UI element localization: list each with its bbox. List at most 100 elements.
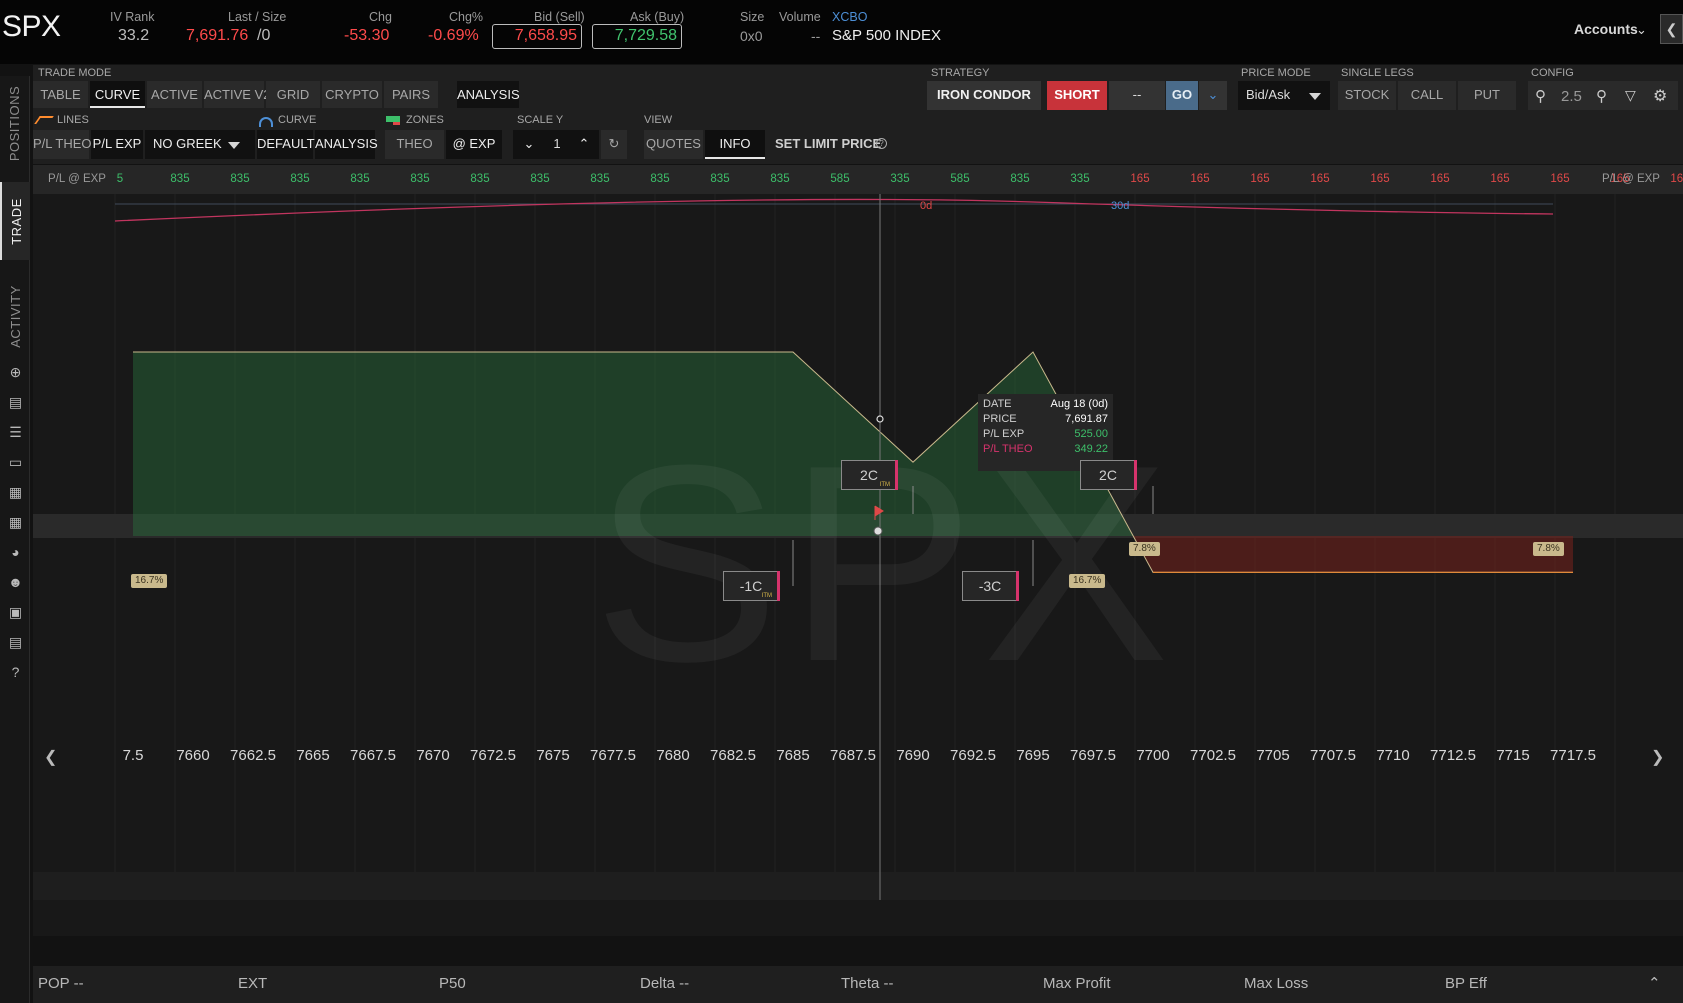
help-icon[interactable]: ?	[876, 138, 887, 149]
mode-grid[interactable]: GRID	[266, 81, 320, 108]
side-short-button[interactable]: SHORT	[1047, 81, 1107, 110]
chevron-down-icon: ⌄	[1207, 87, 1219, 102]
stat-delta: Delta --	[640, 975, 690, 992]
tab-positions[interactable]: POSITIONS	[0, 80, 30, 166]
pl-strip-cell: 165	[1670, 173, 1683, 185]
mode-analysis[interactable]: ANALYSIS	[457, 81, 520, 108]
x-tick-label: 7715	[1496, 747, 1530, 764]
gear-icon[interactable]: ⚙	[1653, 86, 1667, 106]
mode-pairs[interactable]: PAIRS	[384, 81, 438, 108]
curve-default[interactable]: DEFAULT	[257, 130, 315, 159]
chevron-down-icon	[228, 142, 240, 149]
news-icon[interactable]: ▤	[7, 394, 24, 411]
symbol-title[interactable]: SPX	[2, 10, 61, 44]
leg-tag-minus-3c[interactable]: -3C	[962, 571, 1019, 601]
chg-label: Chg	[369, 10, 392, 24]
leg-call[interactable]: CALL	[1398, 81, 1456, 110]
view-quotes[interactable]: QUOTES	[644, 130, 703, 159]
pl-strip-cell: 165	[1550, 173, 1570, 185]
x-tick-label: 7687.5	[830, 747, 876, 764]
chevron-down-icon	[1309, 93, 1321, 100]
leg-tag-2c-left[interactable]: 2C ITM	[841, 460, 898, 490]
ask-button[interactable]: 7,729.58	[592, 24, 682, 49]
single-legs-label: SINGLE LEGS	[1341, 67, 1414, 79]
gauge-icon[interactable]: ◕	[7, 544, 24, 561]
expand-footer-button[interactable]: ⌃	[1648, 974, 1661, 992]
set-limit-price[interactable]: SET LIMIT PRICE	[775, 130, 881, 159]
lines-pl-theo[interactable]: P/L THEO	[33, 130, 92, 159]
tab-activity[interactable]: ACTIVITY	[0, 270, 30, 362]
chevron-down-icon[interactable]: ⌄	[1636, 22, 1647, 38]
collapse-panel-button[interactable]: ❮	[1660, 14, 1683, 44]
bottom-band	[33, 872, 1683, 900]
mode-active-v2[interactable]: ACTIVE V2	[204, 81, 270, 108]
lines-pl-exp[interactable]: P/L EXP	[91, 130, 143, 159]
leg-put[interactable]: PUT	[1458, 81, 1516, 110]
zones-at-exp[interactable]: @ EXP	[446, 130, 502, 159]
filter-icon[interactable]: ▽	[1625, 87, 1636, 104]
pl-strip-label-right: P/L @ EXP	[1602, 173, 1660, 185]
curve-analysis[interactable]: ANALYSIS	[315, 130, 378, 159]
day-label-0d: 0d	[920, 200, 933, 212]
chart-canvas[interactable]	[33, 194, 1683, 936]
tv-icon[interactable]: ▭	[7, 454, 24, 471]
zoom-out-icon[interactable]: ⚲	[1535, 87, 1546, 105]
x-tick-label: 7680	[656, 747, 690, 764]
stat-max-profit: Max Profit	[1043, 975, 1111, 992]
pl-strip-cell: 165	[1190, 173, 1210, 185]
calendar-icon[interactable]: ▣	[7, 604, 24, 621]
strategy-options-button[interactable]: ⌄	[1199, 81, 1227, 110]
pl-strip-cell: 835	[290, 173, 310, 185]
mode-curve[interactable]: CURVE	[90, 81, 145, 108]
scale-up-button[interactable]: ⌃	[569, 130, 599, 159]
community-icon[interactable]: ☻	[7, 574, 24, 591]
tip-date: Aug 18 (0d)	[1050, 398, 1108, 410]
accounts-menu[interactable]: Accounts	[1574, 21, 1638, 37]
zones-theo[interactable]: THEO	[385, 130, 444, 159]
last-size: /0	[257, 27, 271, 44]
list-icon[interactable]: ☰	[7, 424, 24, 441]
mode-crypto[interactable]: CRYPTO	[322, 81, 382, 108]
pl-strip-cell: 835	[710, 173, 730, 185]
stat-theta: Theta --	[841, 975, 894, 992]
pl-curve-chart[interactable]: SPX 0d 30d DATE Aug 18 (0d) PRICE 7,691.87…	[33, 194, 1683, 936]
stat-bp-eff: BP Eff	[1445, 975, 1487, 992]
pl-strip-cell: 165	[1490, 173, 1510, 185]
scale-down-button[interactable]: ⌄	[513, 130, 545, 159]
pl-strip-cell: 5	[116, 173, 124, 185]
scroll-right-button[interactable]: ❯	[1651, 747, 1664, 767]
pl-at-exp-strip: P/L @ EXP 5 835 835 835 835 835 835 835 835 835 83…	[33, 165, 1683, 194]
tab-trade[interactable]: TRADE	[0, 182, 30, 260]
help-icon[interactable]: ?	[7, 664, 24, 681]
tip-price: 7,691.87	[1065, 413, 1108, 425]
view-info[interactable]: INFO	[705, 130, 765, 159]
mode-table[interactable]: TABLE	[33, 81, 88, 108]
reset-scale-button[interactable]: ↻	[601, 130, 627, 159]
x-tick-label: 7702.5	[1190, 747, 1236, 764]
quantity-field[interactable]: --	[1109, 81, 1165, 110]
curve-icon	[259, 117, 273, 127]
chart-icon[interactable]: ▤	[7, 634, 24, 651]
x-tick-label: 7695	[1016, 747, 1050, 764]
strategy-select[interactable]: IRON CONDOR	[927, 81, 1041, 110]
zoom-in-icon[interactable]: ⚲	[1596, 87, 1607, 105]
calendar-grid-icon[interactable]: ▦	[7, 484, 24, 501]
go-button[interactable]: GO	[1166, 81, 1198, 110]
crosshair-icon[interactable]: ⊕	[7, 364, 24, 381]
chevron-up-icon: ⌃	[1648, 975, 1661, 992]
grid-icon[interactable]: ▦	[7, 514, 24, 531]
mode-active[interactable]: ACTIVE	[147, 81, 202, 108]
leg-tag-2c-right[interactable]: 2C	[1080, 460, 1137, 490]
leg-stock[interactable]: STOCK	[1338, 81, 1396, 110]
bid-button[interactable]: 7,658.95	[492, 24, 582, 49]
x-tick-label: 7705	[1256, 747, 1290, 764]
scroll-left-button[interactable]: ❮	[44, 747, 57, 767]
ask-label: Ask (Buy)	[630, 10, 685, 24]
tip-price-label: PRICE	[983, 413, 1017, 425]
leg-tag-minus-1c[interactable]: -1C ITM	[723, 571, 780, 601]
x-tick-label: 7665	[296, 747, 330, 764]
pl-strip-cell: 165	[1250, 173, 1270, 185]
stat-pop: POP --	[38, 975, 84, 992]
pop-label-left: 16.7%	[131, 574, 168, 588]
pl-strip-cell: 835	[590, 173, 610, 185]
